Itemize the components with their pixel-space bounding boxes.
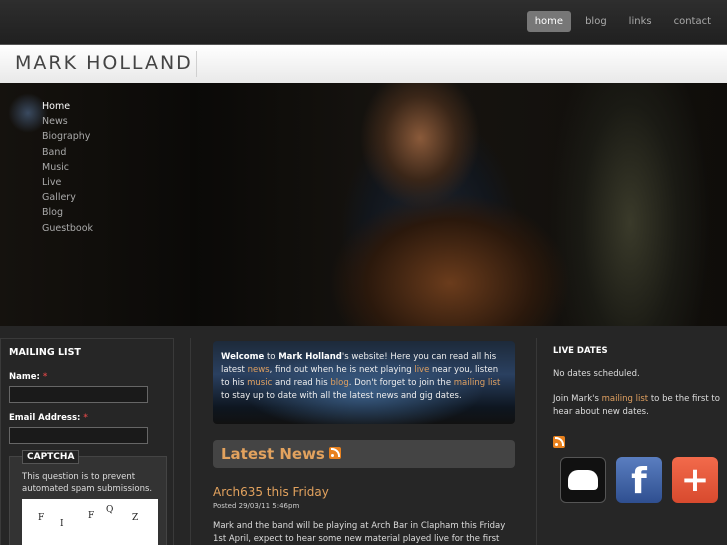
facebook-icon[interactable]: f <box>616 457 662 503</box>
column-divider-right <box>536 338 537 545</box>
live-dates-panel: LIVE DATES No dates scheduled. Join Mark… <box>553 346 725 450</box>
top-nav: home blog links contact <box>526 11 719 32</box>
post-meta: Posted 29/03/11 5:46pm <box>213 502 300 510</box>
latest-news-title: Latest News <box>221 445 325 463</box>
email-input[interactable] <box>9 427 148 444</box>
captcha-fieldset: CAPTCHA This question is to prevent auto… <box>9 450 167 545</box>
side-nav: Home News Biography Band Music Live Gall… <box>42 99 93 236</box>
mailing-list-panel: MAILING LIST Name: * Email Address: * CA… <box>0 338 174 545</box>
plus-icon[interactable]: + <box>672 457 718 503</box>
email-label: Email Address: * <box>9 413 88 423</box>
side-nav-news[interactable]: News <box>42 114 93 129</box>
rss-icon[interactable] <box>553 435 565 448</box>
post-title[interactable]: Arch635 this Friday <box>213 485 329 499</box>
welcome-music-link[interactable]: music <box>247 378 272 388</box>
join-mailing-link[interactable]: mailing list <box>602 394 649 404</box>
side-nav-blog[interactable]: Blog <box>42 205 93 220</box>
nav-contact[interactable]: contact <box>666 11 719 32</box>
captcha-image: F I F Q Z <box>22 499 158 545</box>
post-body: Mark and the band will be playing at Arc… <box>213 521 506 544</box>
hero-banner: Home News Biography Band Music Live Gall… <box>0 83 727 326</box>
nav-home[interactable]: home <box>526 11 572 32</box>
mailing-list-title: MAILING LIST <box>9 347 81 358</box>
social-links: f + <box>560 457 718 503</box>
column-divider-left <box>190 338 191 545</box>
myspace-icon[interactable] <box>560 457 606 503</box>
hero-photo <box>190 83 727 326</box>
site-title[interactable]: MARK HOLLAND <box>15 52 193 74</box>
captcha-legend: CAPTCHA <box>22 450 80 464</box>
side-nav-band[interactable]: Band <box>42 145 93 160</box>
welcome-live-link[interactable]: live <box>414 365 429 375</box>
content-area: MAILING LIST Name: * Email Address: * CA… <box>0 326 727 545</box>
header-divider <box>196 51 197 77</box>
site-header: MARK HOLLAND <box>0 44 727 83</box>
nav-links[interactable]: links <box>621 11 660 32</box>
captcha-description: This question is to prevent automated sp… <box>22 472 153 494</box>
no-dates-text: No dates scheduled. <box>553 369 640 379</box>
side-nav-music[interactable]: Music <box>42 160 93 175</box>
side-nav-gallery[interactable]: Gallery <box>42 190 93 205</box>
side-nav-guestbook[interactable]: Guestbook <box>42 221 93 236</box>
name-label: Name: * <box>9 372 48 382</box>
top-bar: home blog links contact <box>0 0 727 44</box>
welcome-blog-link[interactable]: blog <box>330 378 348 388</box>
welcome-news-link[interactable]: news <box>248 365 270 375</box>
rss-icon[interactable] <box>328 446 341 459</box>
nav-blog[interactable]: blog <box>577 11 615 32</box>
live-dates-title: LIVE DATES <box>553 346 608 356</box>
side-nav-home[interactable]: Home <box>42 99 93 114</box>
side-nav-biography[interactable]: Biography <box>42 129 93 144</box>
side-nav-live[interactable]: Live <box>42 175 93 190</box>
latest-news-header: Latest News <box>213 440 515 468</box>
welcome-mailing-link[interactable]: mailing list <box>454 378 501 388</box>
join-text: Join Mark's mailing list to be the first… <box>553 394 720 417</box>
welcome-box: Welcome to Mark Holland's website! Here … <box>213 341 515 424</box>
name-input[interactable] <box>9 386 148 403</box>
